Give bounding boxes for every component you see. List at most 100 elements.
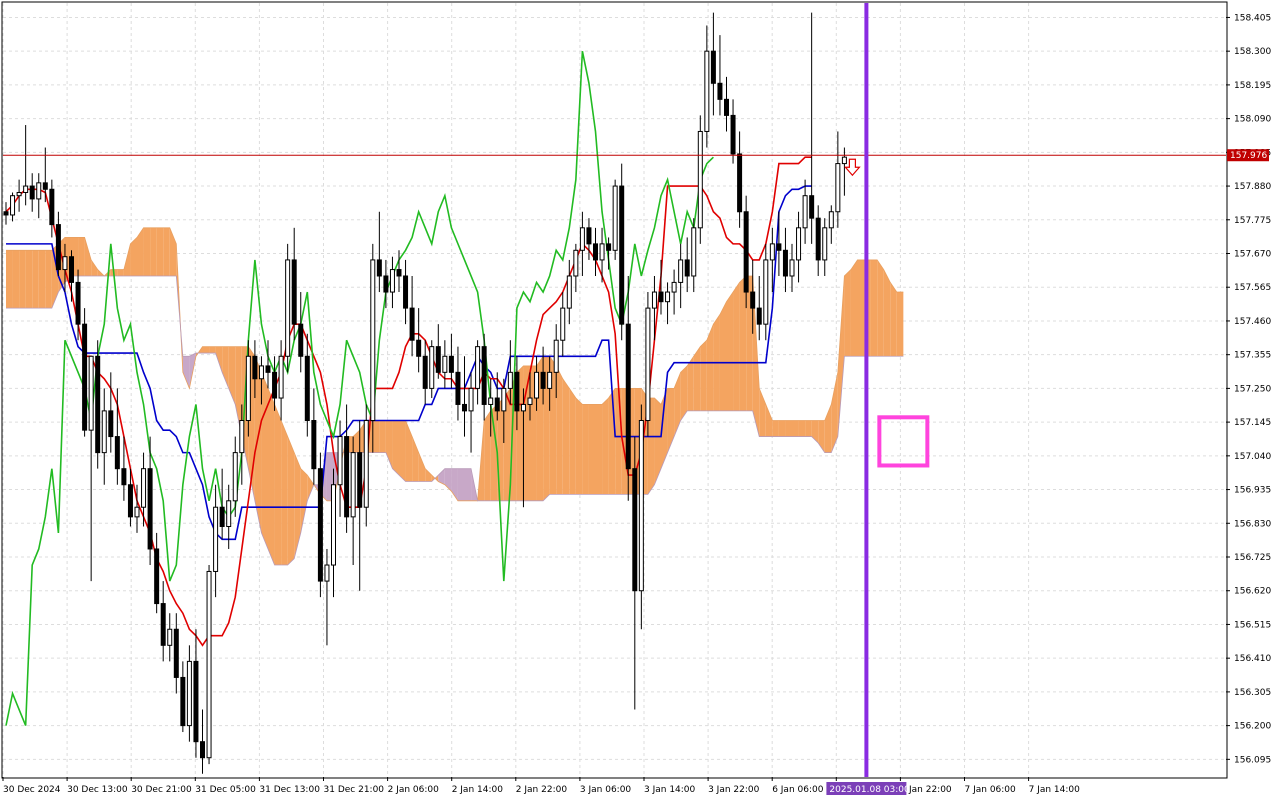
candle-bullish[interactable] (573, 249, 579, 277)
candle-bearish[interactable] (756, 307, 762, 325)
candle-bullish[interactable] (101, 410, 107, 454)
candle-bearish[interactable] (272, 371, 278, 399)
candle-bearish[interactable] (540, 371, 546, 389)
candle-bearish[interactable] (750, 291, 756, 309)
candle-bearish[interactable] (481, 346, 487, 405)
candle-bullish[interactable] (23, 185, 29, 193)
candle-bullish[interactable] (186, 660, 192, 727)
candle-bearish[interactable] (494, 397, 500, 412)
candle-bearish[interactable] (383, 275, 389, 293)
candle-bullish[interactable] (285, 259, 291, 357)
candle-bullish[interactable] (141, 468, 147, 508)
candle-bearish[interactable] (684, 259, 690, 277)
candle-bullish[interactable] (645, 307, 651, 422)
candle-bearish[interactable] (82, 323, 88, 431)
candle-bearish[interactable] (593, 243, 598, 261)
candle-bearish[interactable] (514, 371, 520, 412)
candle-bullish[interactable] (167, 628, 173, 646)
candle-bullish[interactable] (678, 259, 684, 283)
ichimoku-candlestick-chart[interactable]: 158.405158.300158.195158.090157.985157.8… (0, 0, 1280, 800)
candle-bullish[interactable] (488, 397, 494, 405)
candle-bullish[interactable] (62, 256, 68, 271)
candle-bearish[interactable] (298, 323, 304, 357)
candle-bearish[interactable] (448, 355, 454, 373)
candle-bullish[interactable] (796, 227, 802, 261)
candle-bearish[interactable] (69, 256, 74, 283)
candle-bearish[interactable] (737, 153, 743, 213)
candle-bearish[interactable] (160, 603, 166, 646)
candle-bullish[interactable] (337, 436, 343, 486)
candle-bullish[interactable] (10, 195, 16, 216)
chart-root[interactable]: 158.405158.300158.195158.090157.985157.8… (0, 0, 1280, 800)
candle-bearish[interactable] (49, 188, 55, 226)
candle-bullish[interactable] (389, 269, 395, 293)
candle-bearish[interactable] (730, 114, 736, 155)
candle-bullish[interactable] (671, 281, 677, 293)
candle-bullish[interactable] (789, 259, 795, 277)
candle-bearish[interactable] (619, 185, 625, 325)
candle-bullish[interactable] (442, 355, 448, 373)
candle-bullish[interactable] (704, 50, 710, 132)
candle-bullish[interactable] (350, 452, 356, 518)
candle-bullish[interactable] (324, 564, 330, 582)
candle-bearish[interactable] (625, 323, 631, 470)
candle-bearish[interactable] (632, 468, 638, 592)
candle-bearish[interactable] (291, 259, 297, 325)
candle-bullish[interactable] (16, 191, 22, 197)
candle-bullish[interactable] (547, 371, 553, 389)
candle-bullish[interactable] (245, 355, 251, 422)
candle-bullish[interactable] (36, 182, 42, 200)
candle-bearish[interactable] (809, 195, 815, 219)
candle-bullish[interactable] (134, 506, 140, 518)
candle-bullish[interactable] (841, 156, 847, 165)
candle-bearish[interactable] (304, 355, 310, 422)
candle-bearish[interactable] (265, 365, 271, 373)
candle-bullish[interactable] (560, 307, 566, 341)
candle-bullish[interactable] (278, 355, 284, 399)
candle-bullish[interactable] (258, 365, 264, 380)
candle-bullish[interactable] (501, 387, 507, 412)
candle-bearish[interactable] (108, 410, 114, 438)
candle-bullish[interactable] (665, 291, 671, 303)
candle-bearish[interactable] (147, 468, 153, 550)
candle-bullish[interactable] (429, 346, 435, 389)
candle-bullish[interactable] (520, 403, 526, 412)
candle-bearish[interactable] (357, 452, 363, 508)
candle-bullish[interactable] (534, 371, 540, 399)
candle-bearish[interactable] (193, 660, 199, 743)
candle-bearish[interactable] (55, 224, 61, 271)
candle-bearish[interactable] (743, 211, 749, 293)
candle-bullish[interactable] (239, 420, 245, 454)
candle-bullish[interactable] (553, 339, 559, 373)
candle-bullish[interactable] (363, 420, 369, 508)
candle-bearish[interactable] (455, 371, 461, 405)
candle-bearish[interactable] (815, 217, 821, 261)
candle-bearish[interactable] (724, 98, 729, 116)
candle-bullish[interactable] (828, 211, 834, 229)
candle-bullish[interactable] (370, 259, 376, 422)
candle-bullish[interactable] (226, 500, 232, 527)
candle-bearish[interactable] (462, 403, 467, 412)
candle-bearish[interactable] (42, 182, 48, 190)
candle-bearish[interactable] (782, 249, 788, 277)
candle-bearish[interactable] (717, 82, 723, 100)
candle-bullish[interactable] (769, 243, 775, 261)
candle-bullish[interactable] (88, 355, 94, 431)
candle-bullish[interactable] (651, 291, 657, 309)
candle-bullish[interactable] (835, 163, 841, 213)
candle-bearish[interactable] (776, 243, 782, 251)
candle-bullish[interactable] (638, 420, 644, 592)
candle-bullish[interactable] (612, 185, 618, 251)
candle-bearish[interactable] (606, 243, 612, 251)
candle-bearish[interactable] (409, 307, 415, 341)
candle-bearish[interactable] (311, 420, 317, 470)
candle-bearish[interactable] (396, 269, 402, 277)
candle-bullish[interactable] (213, 506, 219, 572)
candle-bullish[interactable] (822, 227, 828, 261)
candle-bullish[interactable] (599, 243, 605, 261)
candle-bearish[interactable] (435, 346, 441, 373)
candle-bearish[interactable] (376, 259, 382, 277)
candle-bearish[interactable] (180, 676, 186, 727)
candle-bullish[interactable] (691, 227, 697, 277)
candle-bearish[interactable] (317, 468, 323, 582)
